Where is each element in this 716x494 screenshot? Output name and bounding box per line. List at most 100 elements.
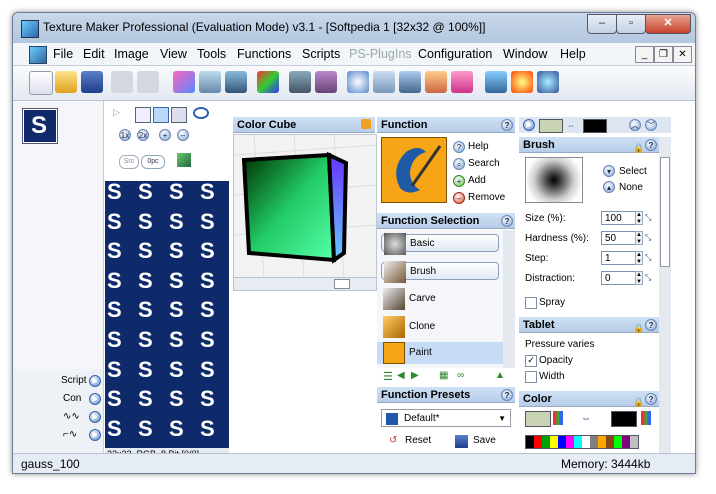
- function-presets-help-icon[interactable]: ?: [501, 389, 513, 401]
- document-icon[interactable]: [29, 46, 47, 64]
- mdi-minimize-button[interactable]: _: [635, 46, 654, 63]
- function-item-basic[interactable]: Basic: [381, 233, 499, 255]
- mdi-close-button[interactable]: ✕: [673, 46, 692, 63]
- menu-configuration[interactable]: Configuration: [418, 47, 492, 61]
- function-item-carve[interactable]: Carve: [381, 288, 499, 310]
- add-icon[interactable]: +: [453, 175, 465, 187]
- width-checkbox[interactable]: [525, 371, 537, 383]
- opacity-checkbox[interactable]: ✓: [525, 355, 537, 367]
- undo-icon[interactable]: [111, 71, 133, 93]
- function-item-paint[interactable]: Paint: [377, 342, 503, 364]
- color-palette[interactable]: [525, 435, 639, 449]
- hardness-spinner[interactable]: ▲ ▼: [635, 231, 643, 245]
- palette-swatch[interactable]: [566, 436, 574, 448]
- effects-icon[interactable]: [289, 71, 311, 93]
- menu-help[interactable]: Help: [560, 47, 586, 61]
- tablet-help-icon[interactable]: ?: [645, 319, 657, 331]
- palette-swatch[interactable]: [574, 436, 582, 448]
- src-button[interactable]: Src: [119, 155, 139, 169]
- palette-swatch[interactable]: [622, 436, 630, 448]
- palette-swatch[interactable]: [550, 436, 558, 448]
- prev-icon[interactable]: ◀: [397, 370, 405, 381]
- histogram-icon-2[interactable]: [641, 411, 651, 425]
- swap-colors-icon[interactable]: ⇔: [581, 413, 591, 424]
- menu-scripts[interactable]: Scripts: [302, 47, 340, 61]
- menu-file[interactable]: File: [53, 47, 73, 61]
- maximize-button[interactable]: ▫: [616, 14, 646, 34]
- con-run-icon[interactable]: ▶: [89, 393, 101, 405]
- size-spinner[interactable]: ▲ ▼: [635, 211, 643, 225]
- globe-icon[interactable]: [537, 71, 559, 93]
- zoom-out-button[interactable]: –: [177, 129, 189, 141]
- down-icon[interactable]: ﹀: [645, 119, 657, 131]
- palette-swatch[interactable]: [526, 436, 534, 448]
- swap-icon[interactable]: ⇔: [567, 121, 575, 130]
- function-help-icon[interactable]: ?: [501, 119, 513, 131]
- menu-ps-plugins[interactable]: PS-PlugIns: [349, 47, 412, 61]
- play-icon[interactable]: ▶: [523, 119, 535, 131]
- menu-tools[interactable]: Tools: [197, 47, 226, 61]
- search-icon[interactable]: ⌕: [453, 158, 465, 170]
- redo-icon[interactable]: [137, 71, 159, 93]
- script-run-icon[interactable]: ▶: [89, 375, 101, 387]
- background-swatch[interactable]: [583, 119, 607, 133]
- render-icon[interactable]: [399, 71, 421, 93]
- hardness-reset-icon[interactable]: ⤡: [645, 233, 651, 243]
- color-cube-view[interactable]: [233, 134, 377, 278]
- preset-dropdown[interactable]: Default* ▼: [381, 409, 511, 427]
- select-rect-icon[interactable]: [153, 107, 169, 123]
- palette-swatch[interactable]: [606, 436, 614, 448]
- navigator-icon[interactable]: [177, 153, 191, 167]
- new-file-icon[interactable]: [29, 71, 53, 95]
- expand-arrow-icon[interactable]: ▷: [113, 107, 120, 118]
- open-folder-icon[interactable]: [55, 71, 77, 93]
- size-input[interactable]: 100: [601, 211, 637, 225]
- function-selection-help-icon[interactable]: ?: [501, 215, 513, 227]
- menu-edit[interactable]: Edit: [83, 47, 105, 61]
- function-add-link[interactable]: Add: [468, 175, 486, 186]
- distraction-input[interactable]: 0: [601, 271, 637, 285]
- zoom-1x-button[interactable]: 1x: [119, 129, 131, 141]
- foreground-swatch[interactable]: [539, 119, 563, 133]
- palette-swatch[interactable]: [534, 436, 542, 448]
- size-reset-icon[interactable]: ⤡: [645, 213, 651, 223]
- wave-run-icon[interactable]: ▶: [89, 411, 101, 423]
- color-cube-scroll-thumb[interactable]: [334, 279, 350, 289]
- step-input[interactable]: 1: [601, 251, 637, 265]
- texture-canvas[interactable]: SSSSSSSSSSSSSSSSSSSSSSSSSSSSSSSSSSSS: [105, 181, 229, 448]
- palette-swatch[interactable]: [582, 436, 590, 448]
- histogram-icon[interactable]: [553, 411, 563, 425]
- color-cube-menu-icon[interactable]: [361, 119, 371, 129]
- save-icon[interactable]: [81, 71, 103, 93]
- right-scroll-thumb[interactable]: [660, 157, 670, 267]
- brush-preview[interactable]: [525, 157, 583, 203]
- color-help-icon[interactable]: ?: [645, 393, 657, 405]
- mdi-restore-button[interactable]: ❐: [654, 46, 673, 63]
- fire-icon[interactable]: [511, 71, 533, 93]
- list-icon[interactable]: ☰: [383, 370, 393, 383]
- color-triangle-icon[interactable]: [257, 71, 279, 93]
- zoom-2x-button[interactable]: 2x: [137, 129, 149, 141]
- filter-icon[interactable]: [315, 71, 337, 93]
- brush-none-link[interactable]: None: [619, 182, 643, 193]
- collapse-up-icon[interactable]: ▲: [495, 370, 505, 381]
- distraction-spinner[interactable]: ▲ ▼: [635, 271, 643, 285]
- remove-icon[interactable]: –: [453, 192, 465, 204]
- palette-swatch[interactable]: [542, 436, 550, 448]
- zoom-in-button[interactable]: +: [159, 129, 171, 141]
- tablet-lock-icon[interactable]: 🔒: [633, 320, 644, 336]
- brush-select-link[interactable]: Select: [619, 166, 647, 177]
- function-search-link[interactable]: Search: [468, 158, 500, 169]
- function-preview-icon[interactable]: [381, 137, 447, 203]
- minimize-button[interactable]: –: [587, 14, 617, 34]
- primary-color-swatch[interactable]: [525, 411, 551, 427]
- function-item-clone[interactable]: Clone: [381, 316, 499, 338]
- document-thumbnail[interactable]: S: [23, 109, 57, 143]
- menu-window[interactable]: Window: [503, 47, 547, 61]
- palette-swatch[interactable]: [614, 436, 622, 448]
- grid-icon[interactable]: ▦: [439, 370, 448, 381]
- color-lock-icon[interactable]: 🔒: [633, 394, 644, 410]
- sphere-icon[interactable]: [347, 71, 369, 93]
- layers-icon[interactable]: [199, 71, 221, 93]
- palette-swatch[interactable]: [558, 436, 566, 448]
